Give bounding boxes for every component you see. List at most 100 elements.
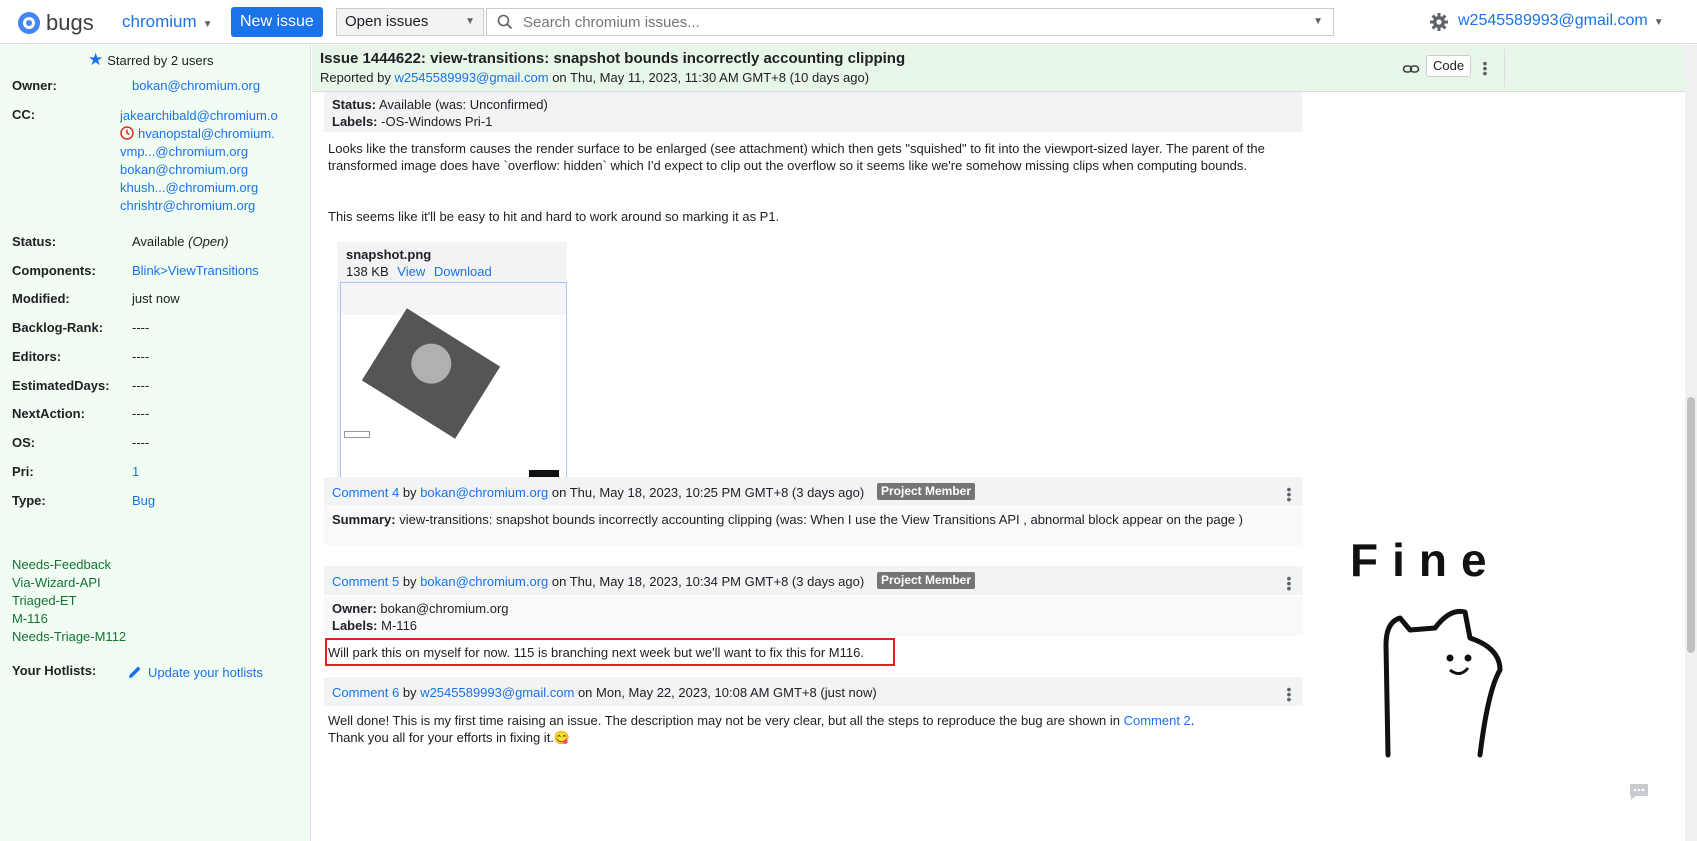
doodle-text: Fine <box>1350 540 1501 586</box>
pri-link[interactable]: 1 <box>132 464 139 479</box>
comment-amendments: Summary: view-transitions: snapshot boun… <box>324 507 1303 545</box>
label-item[interactable]: Triaged-ET <box>12 592 126 610</box>
pencil-icon <box>129 666 141 678</box>
cc-item[interactable]: vmp...@chromium.org <box>120 144 248 159</box>
cc-item[interactable]: chrishtr@chromium.org <box>120 198 255 213</box>
label-item[interactable]: Needs-Feedback <box>12 556 126 574</box>
components-label: Components: <box>12 263 96 278</box>
comment-2-link[interactable]: Comment 2 <box>1124 713 1191 728</box>
chromium-logo-icon <box>18 12 40 34</box>
project-name: chromium <box>122 12 197 31</box>
comment-body: Well done! This is my first time raising… <box>328 713 1195 745</box>
attachment-thumbnail[interactable] <box>340 282 567 487</box>
search-box: ▼ <box>486 8 1334 36</box>
fine-cat-doodle: Fine <box>1350 540 1503 758</box>
hotlists-label: Your Hotlists: <box>12 663 97 678</box>
more-options-icon[interactable]: • • • <box>1478 56 1492 80</box>
comment-menu-icon[interactable]: • • • <box>1282 482 1296 506</box>
status-label: Status: <box>12 234 57 249</box>
star-icon[interactable]: ★ <box>88 50 103 70</box>
modified-label: Modified: <box>12 291 70 306</box>
feedback-chat-icon[interactable] <box>1628 782 1650 802</box>
scope-value: Open issues <box>345 13 429 30</box>
comment-date: on Thu, May 18, 2023, 10:25 PM GMT+8 (3 … <box>551 485 865 500</box>
cc-item[interactable]: jakearchibald@chromium.o <box>120 108 278 123</box>
backlog-rank-value: ---- <box>132 320 150 335</box>
update-hotlists-link[interactable]: Update your hotlists <box>128 665 263 680</box>
comment-menu-icon[interactable]: • • • <box>1282 682 1296 706</box>
attachment-view-link[interactable]: View <box>397 264 425 279</box>
attachment: snapshot.png 138 KB View Download <box>337 242 567 492</box>
account-menu[interactable]: w2545589993@gmail.com ▼ <box>1458 12 1664 30</box>
comment-author[interactable]: bokan@chromium.org <box>420 485 548 500</box>
comment-body: Looks like the transform causes the rend… <box>328 141 1265 173</box>
hotlists-row: Your Hotlists: Update your hotlists <box>12 663 263 680</box>
comment-link[interactable]: Comment 6 <box>332 685 399 700</box>
issue-scope-select[interactable]: Open issues ▼ <box>336 8 484 36</box>
project-member-badge: Project Member <box>877 572 976 589</box>
comment-header: Comment 4 by bokan@chromium.org on Thu, … <box>324 477 1303 506</box>
amend-owner: bokan@chromium.org <box>380 601 509 616</box>
cc-item[interactable]: khush...@chromium.org <box>120 180 258 195</box>
chevron-down-icon: ▼ <box>202 19 213 30</box>
comment-header: Comment 6 by w2545589993@gmail.com on Mo… <box>324 677 1303 706</box>
thumbnail-toggle-button <box>344 431 370 438</box>
chevron-down-icon: ▼ <box>465 16 475 27</box>
cc-label: CC: <box>12 107 36 122</box>
new-issue-button[interactable]: New issue <box>231 7 323 37</box>
highlight-annotation <box>325 638 895 666</box>
yum-emoji-icon: 😋 <box>553 730 571 745</box>
attachment-download-link[interactable]: Download <box>434 264 492 279</box>
gear-icon[interactable] <box>1429 12 1449 32</box>
amend-labels: -OS-Windows Pri-1 <box>381 114 493 129</box>
os-label: OS: <box>12 435 36 450</box>
label-item[interactable]: M-116 <box>12 610 126 628</box>
next-action-label: NextAction: <box>12 406 85 421</box>
issue-title: Issue 1444622: view-transitions: snapsho… <box>320 50 906 67</box>
comment-author[interactable]: w2545589993@gmail.com <box>420 685 574 700</box>
comment-date: on Thu, May 18, 2023, 10:34 PM GMT+8 (3 … <box>551 574 865 589</box>
label-item[interactable]: Needs-Triage-M112 <box>12 628 126 646</box>
amend-summary: view-transitions: snapshot bounds incorr… <box>399 512 1243 527</box>
code-button[interactable]: Code <box>1426 55 1472 77</box>
search-options-chevron-icon[interactable]: ▼ <box>1313 16 1323 27</box>
vertical-scrollbar[interactable] <box>1685 45 1697 841</box>
header-divider <box>1504 49 1505 87</box>
editors-label: Editors: <box>12 349 62 364</box>
reporter-link[interactable]: w2545589993@gmail.com <box>394 70 548 85</box>
attachment-size: 138 KB <box>346 264 389 279</box>
bugs-logo[interactable]: bugs <box>18 10 94 36</box>
backlog-rank-label: Backlog-Rank: <box>12 320 104 335</box>
component-link[interactable]: Blink>ViewTransitions <box>132 263 259 278</box>
comment-link[interactable]: Comment 5 <box>332 574 399 589</box>
issue-metadata-sidebar: ★ Starred by 2 users Owner: bokan@chromi… <box>0 45 311 841</box>
cc-item[interactable]: bokan@chromium.org <box>120 162 248 177</box>
owner-link[interactable]: bokan@chromium.org <box>132 78 260 93</box>
link-icon[interactable] <box>1402 60 1420 78</box>
modified-value: just now <box>132 291 180 306</box>
next-action-value: ---- <box>132 406 150 421</box>
top-bar: bugs chromium ▼ New issue Open issues ▼ ▼… <box>0 0 1697 44</box>
starred-text: Starred by 2 users <box>107 52 214 68</box>
type-link[interactable]: Bug <box>132 493 155 508</box>
label-item[interactable]: Via-Wizard-API <box>12 574 126 592</box>
scrollbar-thumb[interactable] <box>1687 397 1695 653</box>
reported-by: Reported by w2545589993@gmail.com on Thu… <box>320 70 870 85</box>
clock-icon <box>120 126 134 140</box>
amend-labels: M-116 <box>381 618 418 633</box>
pri-label: Pri: <box>12 464 34 479</box>
os-value: ---- <box>132 435 150 450</box>
project-selector[interactable]: chromium ▼ <box>122 12 213 32</box>
comment-menu-icon[interactable]: • • • <box>1282 571 1296 595</box>
search-icon <box>497 14 513 30</box>
comment-author[interactable]: bokan@chromium.org <box>420 574 548 589</box>
owner-label: Owner: <box>12 78 57 93</box>
comment-amendments: Status: Available (was: Unconfirmed) Lab… <box>324 92 1303 132</box>
comment-link[interactable]: Comment 4 <box>332 485 399 500</box>
estimated-days-label: EstimatedDays: <box>12 378 110 393</box>
attachment-name: snapshot.png <box>346 247 432 262</box>
cc-item[interactable]: hvanopstal@chromium. <box>138 126 275 141</box>
starred-count: ★ Starred by 2 users <box>88 50 213 70</box>
logo-text: bugs <box>46 10 94 35</box>
search-input[interactable] <box>523 12 1283 32</box>
